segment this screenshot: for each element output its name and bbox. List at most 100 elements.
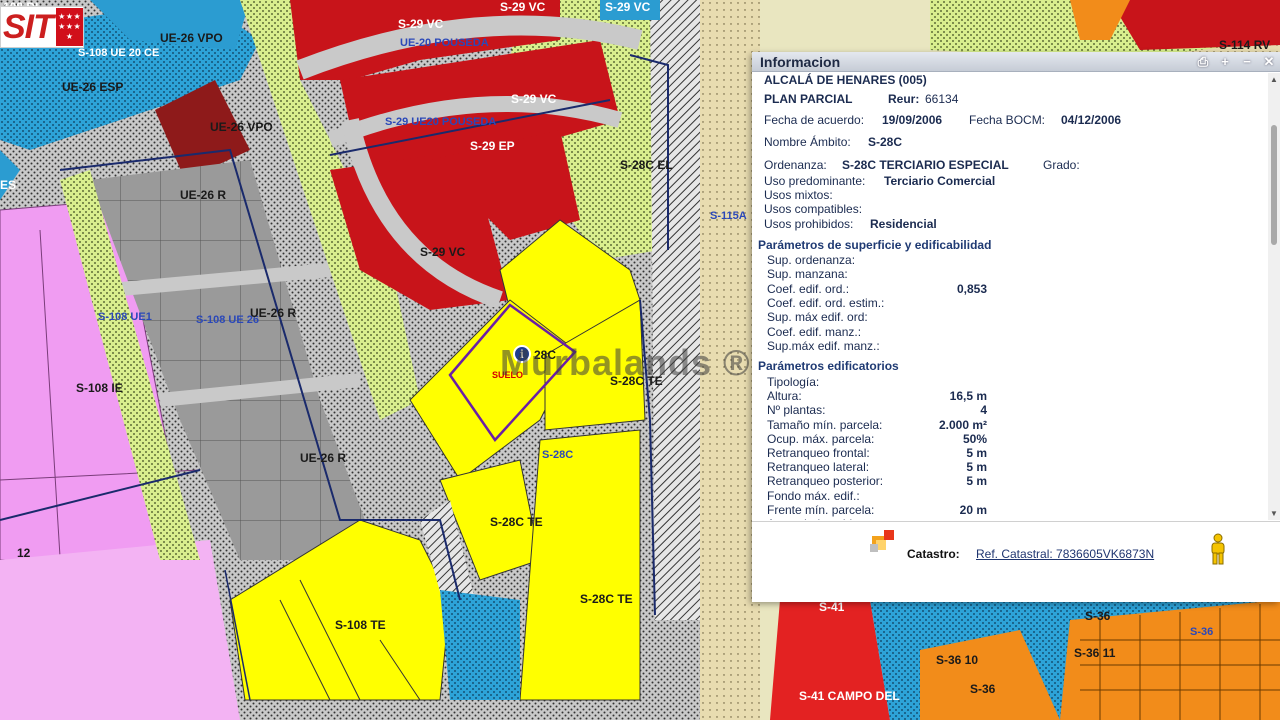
map-label: S-108 UE 20 CE: [78, 47, 160, 59]
param-row: Tamaño mín. parcela: 2.000 m²: [767, 418, 987, 432]
info-panel-body: ALCALÁ DE HENARES (005) PLAN PARCIAL Reu…: [752, 73, 1268, 520]
param-label: Sup. máx edif. ord:: [767, 310, 868, 325]
param-row: Aprov. bajo cubierta:: [767, 517, 987, 520]
param-row: Retranqueo lateral: 5 m: [767, 460, 987, 474]
usos-prohibidos-label: Usos prohibidos:: [764, 217, 854, 231]
param-label: Coef. edif. ord.:: [767, 281, 850, 296]
scroll-up-icon[interactable]: ▲: [1270, 75, 1278, 84]
usos-mixtos-label: Usos mixtos:: [764, 188, 833, 202]
param-value: [927, 517, 987, 520]
fecha-bocm-value: 04/12/2006: [1061, 113, 1122, 127]
map-label: S-28C: [542, 449, 574, 461]
fecha-acuerdo-label: Fecha de acuerdo:: [764, 113, 865, 127]
map-label: S-41 CAMPO DEL: [799, 689, 900, 703]
param-value: [927, 253, 987, 267]
usos-compatibles-label: Usos compatibles:: [764, 202, 863, 216]
catastro-ref-link[interactable]: Ref. Catastral: 7836605VK6873N: [976, 547, 1154, 561]
param-value: 5 m: [966, 446, 987, 460]
info-panel-title: Informacion: [760, 53, 841, 70]
scrollbar-thumb[interactable]: [1271, 125, 1277, 245]
map-label: UE-26 R: [180, 188, 227, 202]
param-row: Coef. edif. ord. estim.:: [767, 296, 987, 310]
uso-predominante-label: Uso predominante:: [764, 174, 866, 188]
param-label: Fondo máx. edif.:: [767, 488, 860, 503]
param-row: Sup.máx edif. manz.:: [767, 339, 987, 353]
map-label: S-36: [970, 682, 996, 696]
catastro-label: Catastro:: [907, 547, 960, 561]
param-value: [927, 339, 987, 353]
section-superficie-title: Parámetros de superficie y edificabilida…: [758, 238, 992, 252]
catastro-icon[interactable]: [870, 530, 896, 554]
ordenanza-label: Ordenanza:: [764, 158, 827, 172]
map-label: UE-26 VPO: [210, 120, 273, 134]
grado-label: Grado:: [1043, 158, 1080, 172]
map-label: S-29 UE20 POUSEDA: [385, 116, 497, 128]
map-label: S-29 VC: [511, 92, 557, 106]
param-row: Nº plantas: 4: [767, 403, 987, 417]
param-label: Coef. edif. ord. estim.:: [767, 295, 885, 310]
sit-logo: SIT ★ ★ ★ ★ ★ ★ ★: [0, 6, 84, 48]
param-label: Tamaño mín. parcela:: [767, 417, 883, 432]
scroll-down-icon[interactable]: ▼: [1270, 509, 1278, 518]
map-label: S-29 VC: [420, 245, 466, 259]
param-label: Tipología:: [767, 375, 820, 389]
info-panel-footer: Catastro: Ref. Catastral: 7836605VK6873N: [752, 521, 1280, 602]
map-label: S-114 RV: [1219, 38, 1271, 52]
map-label: S-108 IE: [76, 381, 123, 395]
param-row: Retranqueo posterior: 5 m: [767, 474, 987, 488]
param-row: Fondo máx. edif.:: [767, 489, 987, 503]
map-label: S-41: [819, 600, 845, 614]
print-icon[interactable]: ⎙: [1192, 54, 1214, 70]
scrollbar[interactable]: ▲ ▼: [1268, 73, 1280, 520]
sit-logo-text: SIT: [3, 7, 54, 46]
usos-prohibidos-value: Residencial: [870, 217, 937, 231]
map-label: UE-20 POUSEDA: [400, 37, 489, 49]
map-label: S-28C TE: [490, 515, 543, 529]
street-view-pegman-icon[interactable]: [1208, 533, 1228, 565]
param-value: 50%: [962, 431, 987, 446]
param-value: [927, 267, 987, 281]
map-label: 12: [17, 546, 31, 560]
plan-type: PLAN PARCIAL: [764, 92, 853, 106]
param-label: Altura:: [767, 389, 802, 404]
municipio: ALCALÁ DE HENARES (005): [764, 73, 927, 87]
map-label: S-28C EL: [620, 158, 673, 172]
param-value: 5 m: [966, 474, 987, 489]
section-edificatorios-title: Parámetros edificatorios: [758, 359, 899, 373]
param-label: Sup.máx edif. manz.:: [767, 338, 880, 353]
map-label: S-29 EP: [470, 139, 515, 153]
maximize-icon[interactable]: +: [1214, 54, 1236, 69]
ambito-value: S-28C: [868, 135, 903, 149]
map-label: S-36: [1085, 609, 1111, 623]
map-label: UE-26 ESP: [62, 80, 124, 94]
param-value: 4: [980, 403, 987, 418]
param-label: Sup. ordenanza:: [767, 253, 856, 267]
map-label: S-36 10: [936, 653, 979, 667]
ambito-label: Nombre Ámbito:: [764, 135, 851, 149]
param-label: Frente mín. parcela:: [767, 502, 875, 517]
param-value: 2.000 m²: [938, 417, 987, 432]
minimize-icon[interactable]: −: [1236, 54, 1258, 69]
param-value: [927, 489, 987, 503]
param-label: Sup. manzana:: [767, 267, 848, 282]
param-value: [927, 375, 987, 389]
param-label: Nº plantas:: [767, 403, 826, 418]
reur-value: 66134: [925, 92, 959, 106]
param-row: Altura: 16,5 m: [767, 389, 987, 403]
param-value: [927, 296, 987, 310]
param-value: 0,853: [956, 281, 987, 296]
param-value: [927, 310, 987, 324]
fecha-acuerdo-value: 19/09/2006: [882, 113, 943, 127]
info-panel-header[interactable]: Informacion ⎙ + − ✕: [752, 52, 1280, 72]
watermark: Murbalands ®: [500, 342, 751, 383]
param-label: Retranqueo frontal:: [767, 446, 870, 460]
map-label: ES: [0, 178, 17, 192]
map-label: UE-26 VPO: [160, 31, 223, 45]
param-row: Coef. edif. manz.:: [767, 325, 987, 339]
param-label: Aprov. bajo cubierta:: [767, 517, 927, 520]
param-row: Sup. máx edif. ord:: [767, 310, 987, 324]
param-row: Tipología:: [767, 375, 987, 389]
param-row: Retranqueo frontal: 5 m: [767, 446, 987, 460]
param-label: Coef. edif. manz.:: [767, 324, 862, 339]
close-icon[interactable]: ✕: [1258, 54, 1280, 70]
